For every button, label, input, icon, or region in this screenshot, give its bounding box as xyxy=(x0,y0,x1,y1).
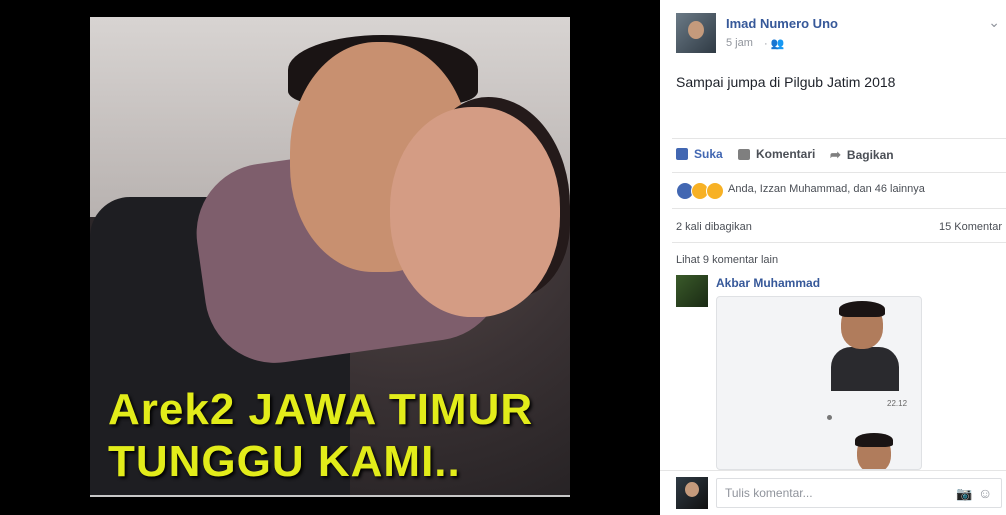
options-chevron-icon[interactable]: ⌄ xyxy=(988,14,1000,31)
photo-woman-face xyxy=(390,107,560,317)
sticker-image xyxy=(829,301,899,391)
comment-bubble-icon xyxy=(738,148,750,160)
comment-count[interactable]: 15 Komentar xyxy=(939,221,1002,233)
sticker-timestamp: 22.12 xyxy=(887,399,908,408)
share-count[interactable]: 2 kali dibagikan xyxy=(676,221,752,233)
divider xyxy=(672,242,1006,243)
current-user-avatar xyxy=(676,477,708,509)
like-button[interactable]: Suka xyxy=(676,147,723,161)
author-avatar[interactable] xyxy=(676,13,716,53)
friends-icon[interactable]: · 👥 xyxy=(764,37,784,50)
post-side-panel: Imad Numero Uno 5 jam · 👥 ⌄ Sampai jumpa… xyxy=(660,0,1006,515)
commenter-name[interactable]: Akbar Muhammad xyxy=(716,276,820,290)
post-text: Sampai jumpa di Pilgub Jatim 2018 xyxy=(676,74,896,90)
share-arrow-icon: ➦ xyxy=(830,147,841,162)
divider xyxy=(672,138,1006,139)
sad-icon xyxy=(706,182,724,200)
like-label: Suka xyxy=(694,147,723,161)
photo-caption-line2: TUNGGU KAMI.. xyxy=(108,437,461,486)
divider xyxy=(672,172,1006,173)
photo-divider xyxy=(90,495,570,497)
author-name[interactable]: Imad Numero Uno xyxy=(726,16,838,31)
emoji-icon[interactable]: ☺ xyxy=(978,485,992,501)
sticker-hair xyxy=(855,433,893,447)
reaction-summary[interactable]: Anda, Izzan Muhammad, dan 46 lainnya xyxy=(728,183,925,195)
divider xyxy=(672,208,1006,209)
sticker-comment[interactable]: 22.12 xyxy=(716,296,922,470)
reaction-icons[interactable] xyxy=(676,182,724,200)
post-photo[interactable]: Arek2 JAWA TIMUR TUNGGU KAMI.. xyxy=(90,17,570,497)
thumbs-up-icon xyxy=(676,148,688,160)
commenter-avatar[interactable] xyxy=(676,275,708,307)
comment-label: Komentari xyxy=(756,147,816,161)
photo-viewer: Arek2 JAWA TIMUR TUNGGU KAMI.. xyxy=(0,0,660,514)
separator-dot xyxy=(827,415,832,420)
post-timestamp[interactable]: 5 jam xyxy=(726,37,753,49)
sticker-image-second xyxy=(853,433,893,469)
view-more-comments-link[interactable]: Lihat 9 komentar lain xyxy=(676,254,778,266)
comment-button[interactable]: Komentari xyxy=(738,147,815,161)
sticker-hair xyxy=(839,301,885,317)
photo-caption-line1: Arek2 JAWA TIMUR xyxy=(108,385,534,434)
share-label: Bagikan xyxy=(846,148,894,162)
comment-composer: 📷 ☺ xyxy=(660,470,1006,515)
camera-icon[interactable]: 📷 xyxy=(956,486,972,502)
share-button[interactable]: ➦ Bagikan xyxy=(830,147,894,163)
sticker-body xyxy=(831,347,899,391)
